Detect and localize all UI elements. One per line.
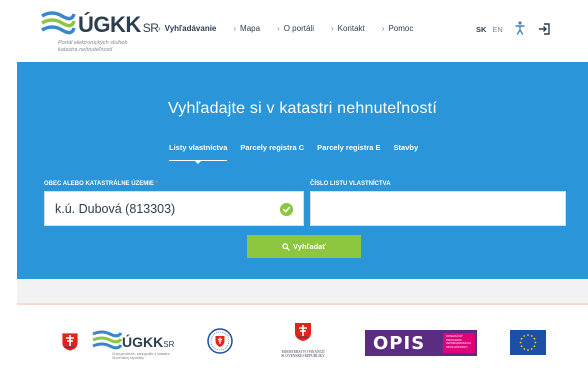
tab-parcely-registra-e[interactable]: Parcely registra E: [317, 143, 380, 161]
main-nav: › Vyhľadávanie › Mapa › O portáli › Kontakt …: [158, 24, 413, 33]
ownership-number-field-label: ČÍSLO LISTU VLASTNÍCTVA: [310, 181, 391, 187]
header: ÚGKK SR Portál elektronických služieb kat…: [0, 0, 588, 62]
tab-stavby[interactable]: Stavby: [394, 143, 419, 161]
chevron-right-icon: ›: [277, 24, 280, 33]
slovak-coat-of-arms-icon: [61, 332, 79, 352]
search-icon: [282, 242, 290, 251]
nav-item-kontakt[interactable]: › Kontakt: [331, 24, 365, 33]
nav-item-mapa[interactable]: › Mapa: [233, 24, 260, 33]
page: ÚGKK SR Portál elektronických služieb kat…: [0, 0, 588, 374]
ministry-shield-icon: [295, 323, 311, 341]
ugkk-logo[interactable]: ÚGKK SR Portál elektronických služieb kat…: [40, 6, 159, 54]
chevron-right-icon: ›: [158, 24, 161, 33]
logo-subtitle: Portál elektronických služieb katastra n…: [58, 40, 128, 53]
ugkk-footer-mark-icon: [92, 330, 122, 350]
lang-en[interactable]: EN: [492, 25, 502, 34]
chevron-right-icon: ›: [233, 24, 237, 33]
ministry-text: MINISTERSTVO FINANCIÍ SLOVENSKEJ REPUBLI…: [281, 350, 325, 359]
accessibility-icon[interactable]: [515, 21, 525, 35]
hero-title: Vyhľadajte si v katastri nehnuteľností: [168, 100, 437, 117]
search-button-label: Vyhľadať: [293, 242, 326, 251]
logo-wordmark: ÚGKK SR: [78, 12, 159, 37]
search-hero: Vyhľadajte si v katastri nehnuteľností L…: [17, 62, 588, 279]
lang-sk[interactable]: SK: [476, 25, 486, 34]
ugkk-footer-subtitle: Úrad geodézie, kartografie a katastra Sl…: [112, 352, 170, 360]
check-icon: [280, 203, 293, 216]
divider-line: [17, 303, 588, 305]
opis-letters: OPIS: [373, 333, 426, 354]
eu-flag-icon: [510, 330, 546, 355]
section-divider: [17, 279, 588, 303]
ugkk-footer-logo[interactable]: ÚGKKSR Úrad geodézie, kartografie a kata…: [92, 328, 175, 362]
territory-input-value: k.ú. Dubová (813303): [55, 202, 176, 216]
ministry-of-finance-logo[interactable]: MINISTERSTVO FINANCIÍ SLOVENSKEJ REPUBLI…: [272, 322, 334, 366]
opis-logo[interactable]: OPIS OPERAČNÝ PROGRAM INFORMATIZÁCIA SPO…: [365, 330, 477, 356]
search-tabs: Listy vlastníctva Parcely registra C Par…: [169, 143, 431, 164]
chevron-right-icon: ›: [330, 24, 334, 33]
nav-item-o-portali[interactable]: › O portáli: [277, 24, 314, 33]
chevron-right-icon: ›: [381, 24, 385, 33]
ownership-number-input[interactable]: [310, 191, 566, 226]
partner-logos: ÚGKKSR Úrad geodézie, kartografie a kata…: [0, 318, 588, 368]
territory-field-label: OBEC ALEBO KATASTRÁLNE ÚZEMIE *: [44, 181, 158, 187]
ugkk-footer-wordmark: ÚGKKSR: [122, 334, 175, 350]
state-seal-icon: [207, 328, 233, 354]
tab-parcely-registra-c[interactable]: Parcely registra C: [240, 143, 304, 161]
territory-input[interactable]: k.ú. Dubová (813303): [44, 191, 304, 226]
opis-tagline: OPERAČNÝ PROGRAM INFORMATIZÁCIA SPOLOČNO…: [446, 334, 471, 349]
language-switcher: SK EN: [476, 25, 503, 34]
search-button[interactable]: Vyhľadať: [247, 235, 361, 258]
nav-item-vyhladavanie[interactable]: › Vyhľadávanie: [158, 24, 216, 33]
login-icon[interactable]: [538, 23, 550, 35]
nav-item-pomoc[interactable]: › Pomoc: [382, 24, 414, 33]
ugkk-logo-mark-icon: [41, 11, 76, 35]
tab-listy-vlastnictva[interactable]: Listy vlastníctva: [169, 143, 228, 164]
